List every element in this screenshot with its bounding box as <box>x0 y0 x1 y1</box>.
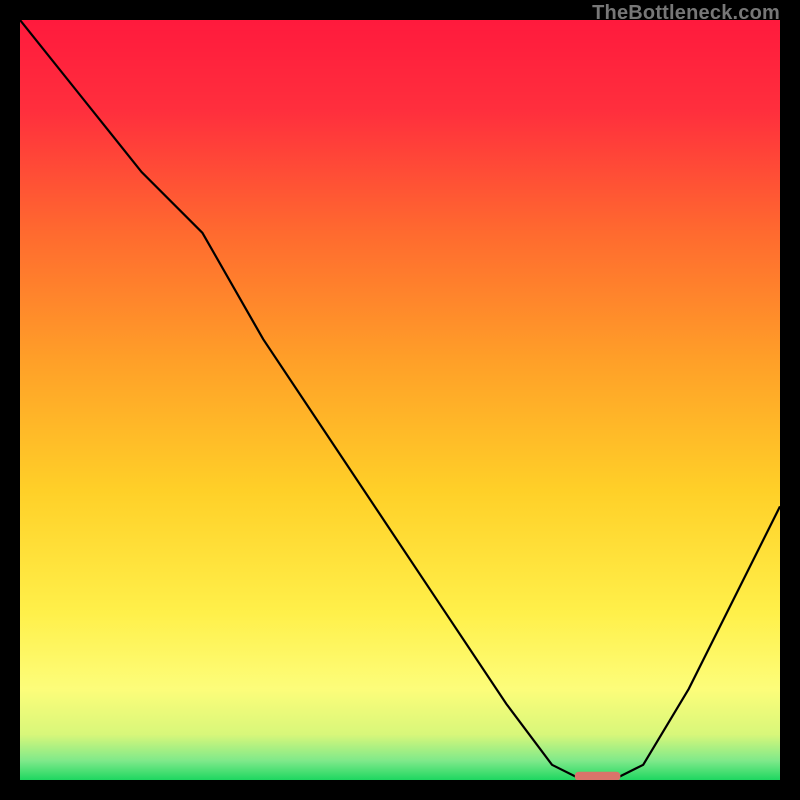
chart-frame <box>20 20 780 780</box>
chart-svg <box>20 20 780 780</box>
gradient-background <box>20 20 780 780</box>
optimal-marker <box>575 772 621 780</box>
watermark-text: TheBottleneck.com <box>592 2 780 25</box>
